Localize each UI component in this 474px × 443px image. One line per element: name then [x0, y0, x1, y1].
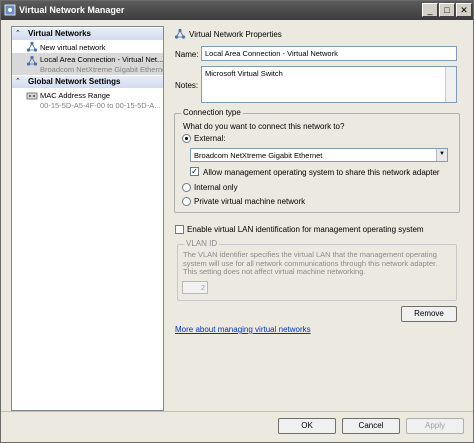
enable-vlan-checkbox[interactable] [175, 225, 184, 234]
checkmark-icon: ✓ [191, 167, 198, 176]
tree-item-local-area-connection-label: Local Area Connection - Virtual Net... [40, 55, 164, 64]
notes-label: Notes: [175, 81, 199, 90]
virtual-network-icon [26, 55, 38, 66]
virtual-networks-header-label: Virtual Networks [28, 29, 91, 38]
global-network-settings-label: Global Network Settings [28, 77, 121, 86]
external-adapter-value: Broadcom NetXtreme Gigabit Ethernet [194, 151, 323, 160]
notes-scrollbar[interactable] [445, 67, 456, 102]
ok-button[interactable]: OK [278, 418, 336, 434]
virtual-networks-header[interactable]: ⌃ Virtual Networks [12, 28, 163, 40]
external-radio[interactable] [182, 134, 191, 143]
close-button[interactable]: ✕ [456, 3, 472, 17]
tree-item-local-area-connection[interactable]: Local Area Connection - Virtual Net... B… [12, 53, 163, 75]
more-about-networks-link[interactable]: More about managing virtual networks [175, 325, 311, 334]
collapse-chevron-icon[interactable]: ⌃ [15, 77, 21, 85]
network-app-icon [4, 4, 16, 16]
footer-divider [1, 411, 473, 412]
chevron-down-icon[interactable]: ▼ [436, 149, 447, 161]
notes-textarea[interactable]: Microsoft Virtual Switch [201, 66, 457, 103]
allow-mgmt-checkbox[interactable]: ✓ [190, 167, 199, 176]
private-network-label: Private virtual machine network [194, 197, 306, 206]
mac-address-icon [26, 92, 38, 100]
collapse-chevron-icon[interactable]: ⌃ [15, 29, 21, 37]
properties-section-title: Virtual Network Properties [189, 30, 282, 39]
connection-question: What do you want to connect this network… [183, 122, 345, 131]
minimize-button[interactable]: _ [422, 3, 438, 17]
maximize-button[interactable]: □ [439, 3, 455, 17]
vlan-id-spinner[interactable]: 2 [182, 281, 208, 294]
internal-only-label: Internal only [194, 183, 238, 192]
global-network-settings-header[interactable]: ⌃ Global Network Settings [12, 76, 163, 88]
tree-item-mac-address-range-label: MAC Address Range [40, 91, 111, 100]
vlan-id-title: VLAN ID [184, 239, 220, 248]
title-bar: Virtual Network Manager _ □ ✕ [1, 1, 473, 20]
name-input[interactable]: Local Area Connection - Virtual Network [201, 46, 457, 61]
external-radio-label: External: [194, 134, 226, 143]
tree-item-mac-address-range[interactable]: MAC Address Range 00-15-5D-A5-4F-00 to 0… [12, 89, 163, 111]
external-adapter-select[interactable]: Broadcom NetXtreme Gigabit Ethernet ▼ [190, 148, 448, 162]
cancel-button[interactable]: Cancel [342, 418, 400, 434]
virtual-network-manager-window: Virtual Network Manager _ □ ✕ ⌃ Virtual … [0, 0, 474, 443]
vlan-description: The VLAN identifier specifies the virtua… [183, 250, 438, 276]
internal-only-radio[interactable] [182, 183, 191, 192]
tree-item-mac-address-range-sub: 00-15-5D-A5-4F-00 to 00-15-5D-A... [40, 101, 161, 110]
enable-vlan-label: Enable virtual LAN identification for ma… [187, 225, 424, 234]
properties-section-header: Virtual Network Properties [171, 27, 463, 41]
tree-item-new-network-label: New virtual network [40, 43, 106, 52]
new-network-icon [26, 41, 38, 52]
connection-type-title: Connection type [181, 108, 243, 117]
name-label: Name: [175, 50, 199, 59]
virtual-network-icon [174, 28, 186, 39]
apply-button[interactable]: Apply [406, 418, 464, 434]
remove-button[interactable]: Remove [401, 306, 457, 322]
private-network-radio[interactable] [182, 197, 191, 206]
network-tree-pane: ⌃ Virtual Networks New virtual network L… [11, 26, 164, 411]
tree-item-new-network[interactable]: New virtual network [12, 41, 163, 53]
window-title: Virtual Network Manager [19, 5, 125, 15]
allow-mgmt-label: Allow management operating system to sha… [203, 168, 440, 177]
tree-item-local-area-connection-sub: Broadcom NetXtreme Gigabit Ethernet... [40, 65, 164, 74]
